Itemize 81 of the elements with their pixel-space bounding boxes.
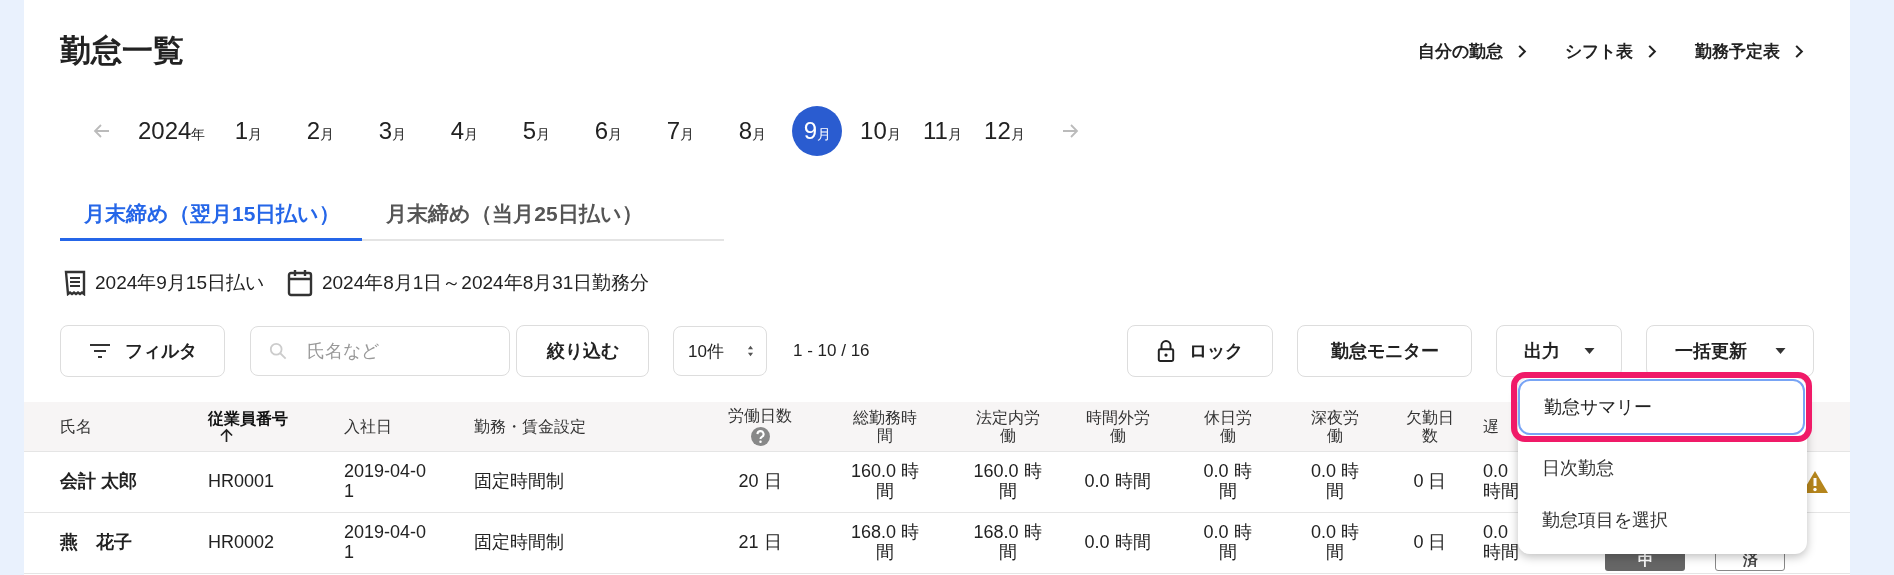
column-header[interactable]: 総勤務時間 (820, 402, 950, 451)
chevron-right-icon[interactable] (1647, 43, 1657, 59)
column-header[interactable]: 従業員番号 (208, 402, 344, 451)
month-button[interactable]: 1月 (222, 106, 275, 156)
output-button[interactable]: 出力 (1496, 325, 1622, 377)
padlock-icon[interactable] (1157, 339, 1175, 363)
month-button[interactable]: 7月 (654, 106, 707, 156)
column-header[interactable]: 深夜労働 (1285, 402, 1385, 451)
table-cell: 160.0 時間 (972, 462, 1043, 502)
table-cell: 0 日 (1413, 472, 1447, 492)
monitor-button[interactable]: 勤怠モニター (1297, 325, 1472, 377)
sort-arrow-icon[interactable] (220, 427, 233, 443)
menu-item[interactable]: 勤怠項目を選択 (1518, 494, 1807, 546)
column-header[interactable]: 欠勤日数 (1385, 402, 1475, 451)
month-button[interactable]: 9月 (792, 106, 843, 156)
filter-button[interactable]: フィルタ (60, 325, 225, 377)
chevron-right-icon[interactable] (1794, 43, 1804, 59)
chevron-right-icon[interactable] (1517, 43, 1527, 59)
caret-icon[interactable] (1583, 348, 1595, 354)
caret-icon[interactable] (1774, 348, 1786, 354)
search-field[interactable]: 氏名など (250, 326, 510, 376)
work-period: 2024年8月1日～2024年8月31日勤務分 (321, 271, 650, 295)
menu-item[interactable]: 勤怠サマリー (1518, 379, 1805, 435)
search-icon (269, 342, 287, 360)
column-header[interactable]: 氏名 (24, 402, 208, 451)
help-icon[interactable] (750, 426, 770, 446)
column-header[interactable]: 時間外労働 (1065, 402, 1170, 451)
receipt-icon (64, 270, 86, 296)
table-cell: 0.0 時間 (1084, 472, 1151, 492)
page-range: 1 - 10 / 16 (793, 341, 870, 361)
table-cell-text: 0.0 時間 (1310, 523, 1360, 563)
filter-icon[interactable] (88, 343, 111, 359)
table-cell: 0 日 (1413, 533, 1447, 553)
table-cell: 168.0 時間 (850, 523, 920, 563)
table-cell-text: HR0001 (208, 472, 276, 492)
month-button[interactable]: 5月 (510, 106, 563, 156)
year-label: 2024年 (138, 117, 206, 145)
table-cell-text: HR0002 (208, 533, 276, 553)
table-cell-text: 燕 花子 (60, 533, 133, 553)
column-header[interactable]: 労働日数 (700, 402, 820, 451)
narrow-down-button[interactable]: 絞り込む (516, 325, 649, 377)
bulk-update-button[interactable]: 一括更新 (1646, 325, 1814, 377)
month-button[interactable]: 12月 (976, 106, 1033, 156)
table-cell-text: 2019-04-01 (344, 523, 428, 563)
table-cell-text: 0.0 時間 (1202, 462, 1253, 502)
month-button[interactable]: 8月 (726, 106, 779, 156)
table-cell: 21 日 (738, 533, 782, 553)
tab[interactable]: 月末締め（翌月15日払い） (60, 200, 363, 241)
month-button[interactable]: 10月 (852, 106, 909, 156)
table-cell-text: 0.0 時間 (1310, 462, 1360, 502)
table-cell-text: 会計 太郎 (60, 472, 138, 492)
menu-item[interactable]: 日次勤怠 (1518, 442, 1807, 494)
column-header[interactable]: 休日労働 (1170, 402, 1285, 451)
up-down-icon[interactable] (747, 345, 754, 357)
table-cell: 160.0 時間 (850, 462, 920, 502)
column-header[interactable]: 入社日 (344, 402, 474, 451)
column-header[interactable]: 法定内労働 (950, 402, 1065, 451)
table-cell-text: 固定時間制 (474, 533, 565, 553)
calendar-icon (286, 269, 313, 297)
month-button[interactable]: 6月 (582, 106, 635, 156)
table-cell-text: 0.0 時間 (1483, 523, 1520, 563)
table-cell: 20 日 (738, 472, 782, 492)
table-cell-text: 固定時間制 (474, 472, 565, 492)
month-button[interactable]: 4月 (438, 106, 491, 156)
tab[interactable]: 月末締め（当月25日払い） (362, 200, 665, 241)
month-button[interactable]: 3月 (366, 106, 419, 156)
pay-date: 2024年9月15日払い (95, 271, 264, 295)
month-button[interactable]: 11月 (914, 106, 971, 156)
lock-button[interactable]: ロック (1127, 325, 1273, 377)
page-size-select[interactable]: 10件 (673, 326, 767, 376)
table-cell-text: 2019-04-01 (344, 462, 428, 502)
nav-link[interactable]: 勤務予定表 (1695, 39, 1804, 63)
nav-link[interactable]: シフト表 (1565, 39, 1657, 63)
month-button[interactable]: 2月 (294, 106, 347, 156)
table-cell-text: 0.0 時間 (1483, 462, 1520, 502)
table-cell: 0.0 時間 (1084, 533, 1151, 553)
table-cell: 168.0 時間 (972, 523, 1043, 563)
nav-link[interactable]: 自分の勤怠 (1418, 39, 1527, 63)
column-header[interactable]: 勤務・賃金設定 (474, 402, 700, 451)
table-cell-text: 0.0 時間 (1202, 523, 1253, 563)
page-title: 勤怠一覧 (60, 32, 184, 70)
